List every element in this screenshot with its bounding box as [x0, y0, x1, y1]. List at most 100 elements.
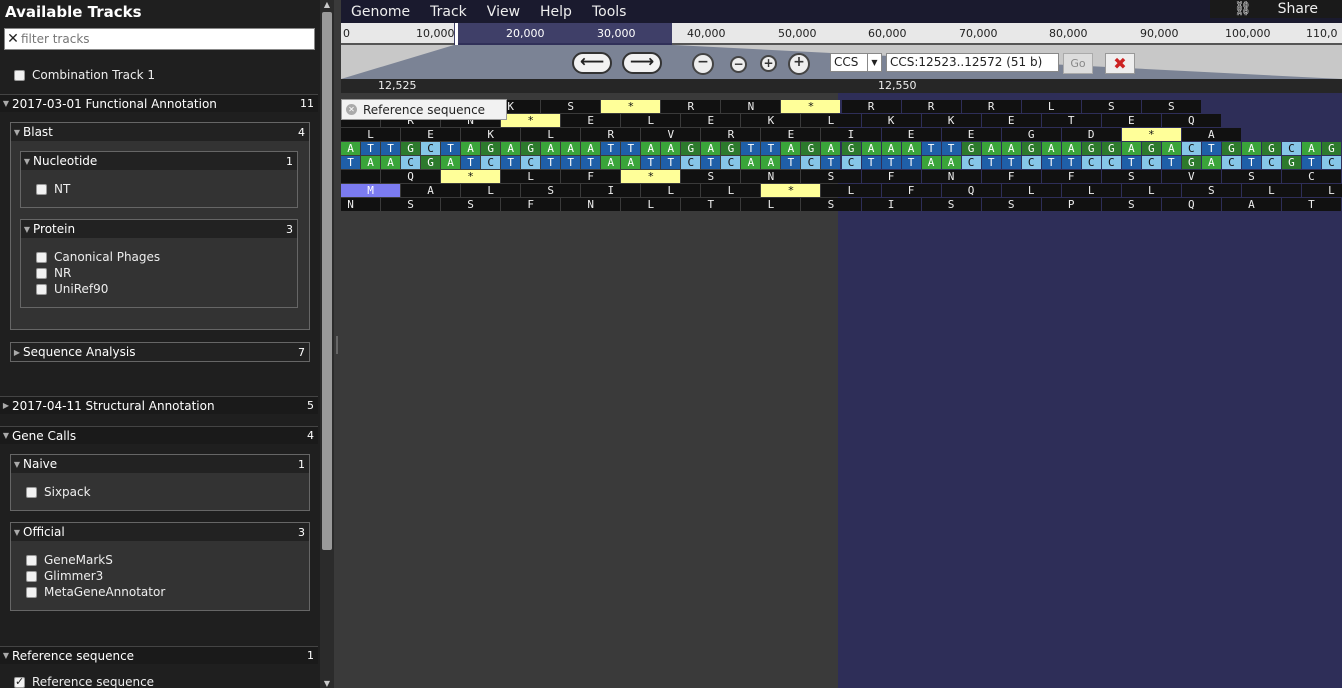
close-track-icon[interactable]: ✕: [346, 104, 357, 115]
category-reference-sequence[interactable]: ▼ Reference sequence 1: [0, 646, 318, 664]
base-cell: T: [901, 156, 921, 169]
protein-header[interactable]: ▼ Protein 3: [21, 220, 297, 238]
base-cell: A: [1201, 156, 1221, 169]
sequence-analysis-header[interactable]: ▶ Sequence Analysis 7: [11, 343, 309, 361]
track-item-canonical-phages[interactable]: Canonical Phages: [36, 250, 160, 264]
base-cell: T: [821, 156, 841, 169]
scrollbar-thumb[interactable]: [322, 12, 332, 550]
sidebar-scrollbar[interactable]: ▲ ▼: [320, 0, 334, 688]
menu-genome[interactable]: Genome: [341, 4, 420, 20]
checkbox[interactable]: [14, 69, 25, 81]
zoom-in-more-icon[interactable]: +: [788, 53, 810, 75]
amino-acid-cell: N: [921, 170, 981, 183]
filter-input[interactable]: [21, 32, 301, 46]
base-cell: A: [361, 156, 381, 169]
menu-view[interactable]: View: [477, 4, 530, 20]
reverse-strand: TAACGATCTCTTTAATTCTCAATCTCTTTAACTTCTTCCT…: [341, 156, 1342, 170]
checkbox[interactable]: [36, 267, 47, 279]
base-cell: G: [961, 142, 981, 155]
overview-ruler[interactable]: 0 10,000 20,000 30,000 40,000 50,000 60,…: [341, 23, 1342, 45]
amino-acid-cell: N: [741, 170, 801, 183]
location-input[interactable]: CCS:12523..12572 (51 b): [886, 53, 1059, 72]
filter-box[interactable]: ✕: [4, 28, 315, 50]
base-cell: T: [1301, 156, 1321, 169]
amino-acid-cell: S: [1081, 100, 1141, 113]
sequence-analysis-group: ▶ Sequence Analysis 7: [10, 342, 310, 362]
checkbox[interactable]: [36, 251, 47, 263]
checkbox[interactable]: [36, 283, 47, 295]
amino-acid-cell: Q: [1161, 114, 1221, 127]
category-functional-annotation[interactable]: ▼ 2017-03-01 Functional Annotation 11: [0, 94, 318, 112]
current-position-marker[interactable]: [455, 23, 458, 45]
nucleotide-header[interactable]: ▼ Nucleotide 1: [21, 152, 297, 170]
menu-bar: Genome Track View Help Tools ⛓ Share: [341, 0, 1342, 23]
track-item-genemarks[interactable]: GeneMarkS: [26, 553, 113, 567]
menu-help[interactable]: Help: [530, 4, 582, 20]
base-cell: A: [501, 142, 521, 155]
amino-acid-cell: S: [541, 100, 601, 113]
amino-acid-cell: S: [1181, 184, 1241, 197]
naive-header[interactable]: ▼ Naive 1: [11, 455, 309, 473]
menu-tools[interactable]: Tools: [582, 4, 637, 20]
checkbox[interactable]: [36, 183, 47, 195]
track-area[interactable]: ✕ Reference sequence EIKS*RN*RRRLSSRN*EL…: [341, 93, 1342, 688]
scroll-up-icon[interactable]: ▲: [322, 0, 332, 9]
base-cell: G: [481, 142, 501, 155]
amino-acid-cell: S: [1141, 100, 1201, 113]
base-cell: C: [1221, 156, 1241, 169]
track-item-reference-sequence[interactable]: Reference sequence: [14, 675, 154, 688]
track-item-metageneannotator[interactable]: MetaGeneAnnotator: [26, 585, 165, 599]
go-button[interactable]: Go: [1063, 53, 1093, 74]
amino-acid-cell: L: [341, 128, 401, 141]
pan-right-button[interactable]: ⟶: [622, 52, 662, 74]
group-label: Naive: [23, 457, 58, 471]
visible-region[interactable]: [454, 23, 672, 45]
official-header[interactable]: ▼ Official 3: [11, 523, 309, 541]
amino-acid-cell: S: [981, 198, 1041, 211]
base-cell: C: [1181, 142, 1201, 155]
blast-header[interactable]: ▼ Blast 4: [11, 123, 309, 141]
amino-acid-cell: Q: [381, 170, 441, 183]
base-cell: A: [601, 156, 621, 169]
pan-left-button[interactable]: ⟵: [572, 52, 612, 74]
checkbox[interactable]: [26, 554, 37, 566]
checkbox[interactable]: [26, 570, 37, 582]
track-item-nt[interactable]: NT: [36, 182, 70, 196]
splitter-grip[interactable]: [336, 336, 338, 354]
checkbox-checked[interactable]: [14, 675, 25, 688]
zoom-out-icon[interactable]: −: [730, 56, 747, 73]
track-item-uniref90[interactable]: UniRef90: [36, 282, 108, 296]
amino-acid-cell: I: [861, 198, 921, 211]
share-button[interactable]: ⛓ Share: [1209, 0, 1342, 18]
track-label: Reference sequence: [32, 675, 155, 688]
zoom-in-icon[interactable]: +: [760, 55, 777, 72]
category-gene-calls[interactable]: ▼ Gene Calls 4: [0, 426, 318, 444]
refseq-select[interactable]: CCS ▼: [830, 53, 882, 72]
scroll-down-icon[interactable]: ▼: [322, 679, 332, 688]
checkbox[interactable]: [26, 586, 37, 598]
base-cell: C: [841, 156, 861, 169]
clear-filter-icon[interactable]: ✕: [5, 31, 21, 47]
group-label: Protein: [33, 222, 76, 236]
track-label-reference-sequence[interactable]: ✕ Reference sequence: [341, 99, 507, 120]
track-item-glimmer3[interactable]: Glimmer3: [26, 569, 103, 583]
close-icon[interactable]: ✖: [1105, 53, 1135, 74]
combination-track-item[interactable]: Combination Track 1: [14, 68, 155, 82]
menu-track[interactable]: Track: [420, 4, 477, 20]
base-cell: T: [1061, 156, 1081, 169]
amino-acid-cell: K: [461, 128, 521, 141]
checkbox[interactable]: [26, 486, 37, 498]
base-cell: A: [381, 156, 401, 169]
category-structural-annotation[interactable]: ▶ 2017-04-11 Structural Annotation 5: [0, 396, 318, 414]
panel-splitter[interactable]: [334, 0, 341, 688]
base-cell: G: [1141, 142, 1161, 155]
amino-acid-cell: M: [341, 184, 401, 197]
position-label: 12,525: [378, 79, 417, 92]
track-item-sixpack[interactable]: Sixpack: [26, 485, 91, 499]
amino-acid-cell: F: [861, 170, 921, 183]
track-item-nr[interactable]: NR: [36, 266, 71, 280]
base-cell: C: [1081, 156, 1101, 169]
zoom-out-more-icon[interactable]: −: [692, 53, 714, 75]
amino-acid-cell: T: [1041, 114, 1101, 127]
amino-acid-cell: L: [1121, 184, 1181, 197]
